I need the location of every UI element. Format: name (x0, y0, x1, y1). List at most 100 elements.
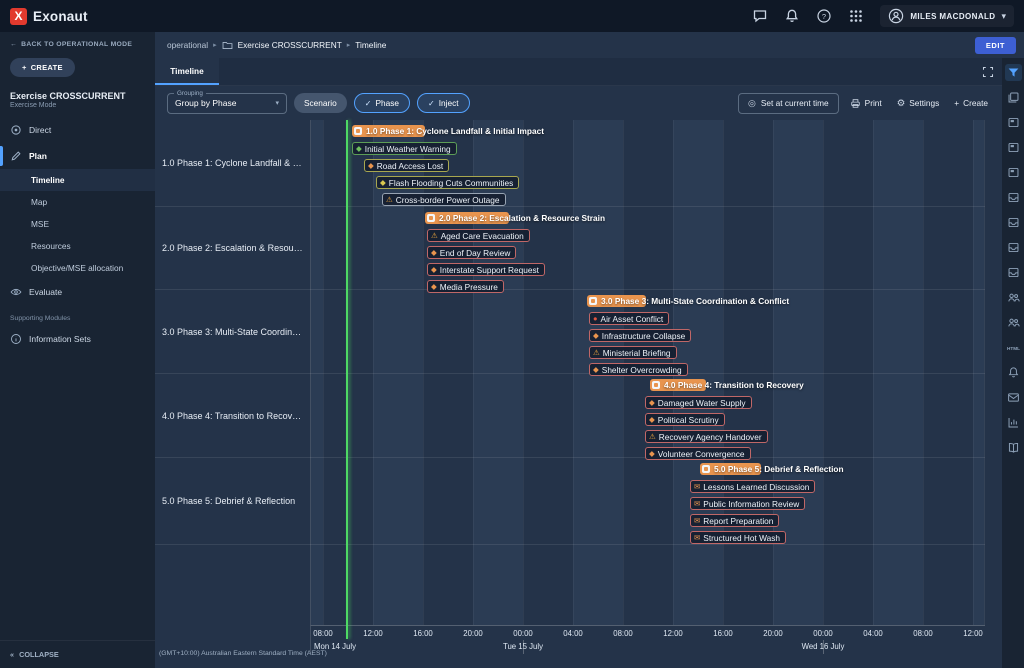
phase-bar-icon (589, 297, 597, 305)
grouping-label: Grouping (174, 90, 206, 97)
inject-chip[interactable]: ◆End of Day Review (427, 246, 516, 259)
inbox-icon[interactable] (1005, 214, 1022, 231)
card-icon[interactable] (1005, 139, 1022, 156)
plus-icon: + (22, 63, 27, 72)
people-icon[interactable] (1005, 289, 1022, 306)
collapse-sidebar-button[interactable]: « COLLAPSE (0, 640, 155, 668)
inject-chip[interactable]: ◆Interstate Support Request (427, 263, 545, 276)
inject-label: Political Scrutiny (658, 415, 719, 425)
people-icon[interactable] (1005, 314, 1022, 331)
envelope-icon: ✉ (694, 500, 700, 508)
app-window: X Exonaut ? MILES MACDONALD ▾ ← BACK TO … (0, 0, 1024, 668)
card-icon[interactable] (1005, 114, 1022, 131)
inject-chip[interactable]: ◆Volunteer Convergence (645, 447, 751, 460)
inject-chip[interactable]: ◆Media Pressure (427, 280, 504, 293)
sidebar-item-mse[interactable]: MSE (0, 213, 155, 235)
inject-filter-chip[interactable]: ✓ Inject (417, 93, 470, 113)
timeline-toolbar: Grouping Group by Phase ▾ Scenario ✓ Pha… (155, 86, 1002, 120)
edit-button[interactable]: EDIT (975, 37, 1016, 54)
sidebar-item-label: Evaluate (29, 287, 62, 297)
chart-icon[interactable] (1005, 414, 1022, 431)
file-icon[interactable] (1005, 89, 1022, 106)
inject-chip[interactable]: ✉Report Preparation (690, 514, 779, 527)
set-at-current-time-button[interactable]: ◎ Set at current time (738, 93, 839, 114)
inject-label: Media Pressure (440, 282, 498, 292)
phase-bar[interactable]: 4.0 Phase 4: Transition to Recovery (650, 379, 706, 391)
timeline-chart: 1.0 Phase 1: Cyclone Landfall & Initial … (155, 120, 1002, 668)
user-menu[interactable]: MILES MACDONALD ▾ (880, 5, 1014, 27)
sidebar-item-resources[interactable]: Resources (0, 235, 155, 257)
create-button-sidebar[interactable]: + CREATE (10, 58, 75, 77)
inject-chip[interactable]: ◆Shelter Overcrowding (589, 363, 688, 376)
diamond-icon: ◆ (593, 332, 599, 340)
sidebar-item-evaluate[interactable]: Evaluate (0, 279, 155, 305)
phase-bar[interactable]: 1.0 Phase 1: Cyclone Landfall & Initial … (352, 125, 425, 137)
phase-bar[interactable]: 3.0 Phase 3: Multi-State Coordination & … (587, 295, 646, 307)
inject-chip[interactable]: ◆Infrastructure Collapse (589, 329, 691, 342)
inject-chip[interactable]: ✉Public Information Review (690, 497, 805, 510)
inject-chip[interactable]: ⚠Recovery Agency Handover (645, 430, 768, 443)
diamond-icon: ◆ (593, 366, 599, 374)
create-label: CREATE (31, 63, 63, 72)
sidebar-item-plan[interactable]: Plan (0, 143, 155, 169)
inject-chip[interactable]: ◆Initial Weather Warning (352, 142, 457, 155)
inbox-icon[interactable] (1005, 189, 1022, 206)
sidebar-item-map[interactable]: Map (0, 191, 155, 213)
phase-filter-chip[interactable]: ✓ Phase (354, 93, 410, 113)
timeline-row: 3.0 Phase 3: Multi-State Coordination & … (155, 290, 985, 374)
chip-label: Scenario (304, 98, 337, 108)
inbox-icon[interactable] (1005, 239, 1022, 256)
inject-label: Flash Flooding Cuts Communities (389, 178, 514, 188)
html-icon[interactable]: HTML (1005, 339, 1022, 356)
breadcrumb-root[interactable]: operational (167, 40, 208, 50)
fit-to-screen-button[interactable] (974, 58, 1002, 85)
inject-chip[interactable]: ⚠Cross-border Power Outage (382, 193, 506, 206)
filter-icon[interactable] (1005, 64, 1022, 81)
inject-label: Aged Care Evacuation (441, 231, 524, 241)
phase-bar[interactable]: 5.0 Phase 5: Debrief & Reflection (700, 463, 761, 475)
sidebar-item-information-sets[interactable]: Information Sets (0, 326, 155, 352)
inject-label: Air Asset Conflict (601, 314, 664, 324)
back-to-operational-link[interactable]: ← BACK TO OPERATIONAL MODE (0, 32, 155, 51)
svg-text:?: ? (822, 12, 826, 21)
bell-icon[interactable] (784, 8, 800, 24)
inject-chip[interactable]: ◆Road Access Lost (364, 159, 449, 172)
bell-icon[interactable] (1005, 364, 1022, 381)
inject-chip[interactable]: ⚠Ministerial Briefing (589, 346, 677, 359)
inject-chip[interactable]: ✉Lessons Learned Discussion (690, 480, 815, 493)
print-button[interactable]: Print (846, 98, 886, 109)
crosshair-icon: ◎ (748, 98, 756, 109)
sidebar-item-timeline[interactable]: Timeline (0, 169, 155, 191)
book-icon[interactable] (1005, 439, 1022, 456)
fullscreen-icon (982, 66, 994, 78)
sidebar-item-direct[interactable]: Direct (0, 117, 155, 143)
help-icon[interactable]: ? (816, 8, 832, 24)
phase-bar[interactable]: 2.0 Phase 2: Escalation & Resource Strai… (425, 212, 509, 224)
plus-icon: + (954, 98, 959, 108)
scenario-chip[interactable]: Scenario (294, 93, 347, 113)
chip-label: Phase (375, 98, 399, 108)
apps-grid-icon[interactable] (848, 8, 864, 24)
inbox-icon[interactable] (1005, 264, 1022, 281)
tab-timeline[interactable]: Timeline (155, 58, 219, 85)
card-icon[interactable] (1005, 164, 1022, 181)
grouping-select[interactable]: Grouping Group by Phase ▾ (167, 93, 287, 114)
inject-chip[interactable]: ◆Political Scrutiny (645, 413, 725, 426)
settings-button[interactable]: ⚙ Settings (893, 98, 944, 109)
inject-chip[interactable]: ⚠Aged Care Evacuation (427, 229, 530, 242)
printer-icon (850, 98, 861, 109)
mail-icon[interactable] (1005, 389, 1022, 406)
breadcrumb-exercise[interactable]: Exercise CROSSCURRENT (238, 40, 342, 50)
timeline-row: 4.0 Phase 4: Transition to Recovery4.0 P… (155, 374, 985, 458)
inject-chip[interactable]: ◆Flash Flooding Cuts Communities (376, 176, 519, 189)
inject-label: End of Day Review (440, 248, 511, 258)
inject-chip[interactable]: ✉Structured Hot Wash (690, 531, 786, 544)
inject-label: Report Preparation (703, 516, 773, 526)
create-button-toolbar[interactable]: + Create (950, 98, 992, 108)
sidebar-item-objective-mse-allocation[interactable]: Objective/MSE allocation (0, 257, 155, 279)
chat-icon[interactable] (752, 8, 768, 24)
inject-chip[interactable]: ●Air Asset Conflict (589, 312, 669, 325)
inject-chip[interactable]: ◆Damaged Water Supply (645, 396, 752, 409)
tick-label: 12:00 (355, 629, 391, 638)
diamond-icon: ◆ (649, 450, 655, 458)
